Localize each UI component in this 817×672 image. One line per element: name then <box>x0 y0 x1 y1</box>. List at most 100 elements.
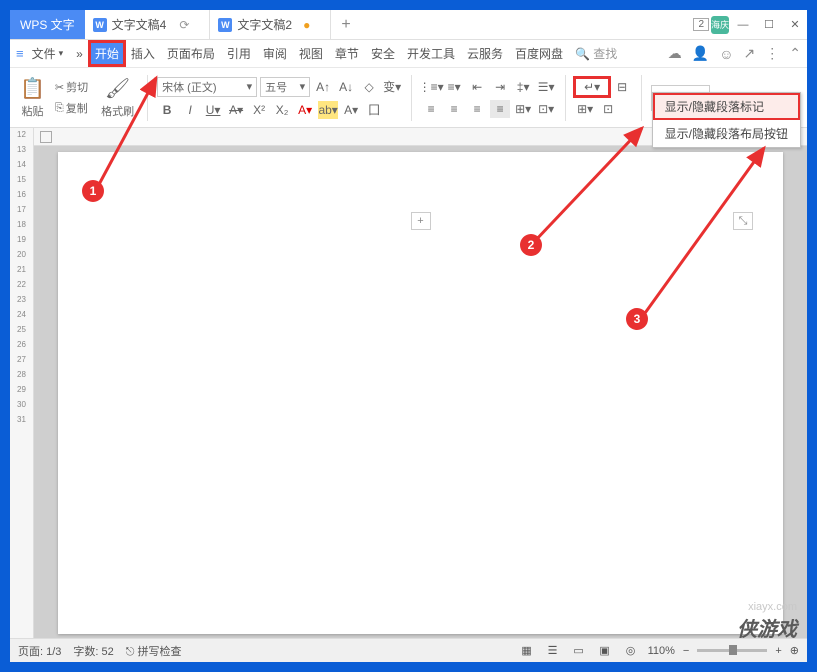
copy-button[interactable]: ⎘ 复制 <box>52 99 91 117</box>
window-count[interactable]: 2 <box>693 18 709 31</box>
show-marks-dropdown: 显示/隐藏段落标记 显示/隐藏段落布局按钮 <box>652 92 801 148</box>
vertical-ruler: 1213141516171819202122232425262728293031 <box>10 128 34 638</box>
page-add-button[interactable]: + <box>411 212 431 230</box>
user-icon[interactable]: 👤 <box>692 45 709 62</box>
dirty-dot-icon: ● <box>303 18 310 32</box>
increase-font-icon[interactable]: A↑ <box>313 78 333 96</box>
toggle-layout-buttons[interactable]: 显示/隐藏段落布局按钮 <box>653 120 800 147</box>
border-button[interactable]: ⊞▾ <box>575 100 595 118</box>
word-count[interactable]: 字数: 52 <box>73 643 113 659</box>
menu-overflow[interactable]: » <box>71 44 88 64</box>
decrease-font-icon[interactable]: A↓ <box>336 78 356 96</box>
tab-label: 文字文稿2 <box>237 16 292 33</box>
phonetic-icon[interactable]: 变▾ <box>382 78 402 96</box>
zoom-slider[interactable] <box>697 649 767 652</box>
view-print-icon[interactable]: ▦ <box>518 643 536 659</box>
menu-baidu[interactable]: 百度网盘 <box>510 42 568 65</box>
tab-label: 文字文稿4 <box>112 16 167 33</box>
font-color-button[interactable]: A▾ <box>295 101 315 119</box>
tab-add-button[interactable]: + <box>331 16 360 34</box>
app-badge: WPS 文字 <box>10 10 85 39</box>
align-left-button[interactable]: ≡ <box>421 100 441 118</box>
annotation-3: 3 <box>626 308 648 330</box>
doc-icon: W <box>218 18 232 32</box>
font-size-select[interactable]: 五号▾ <box>260 77 310 97</box>
bold-button[interactable]: B <box>157 101 177 119</box>
menu-sections[interactable]: 章节 <box>330 42 364 65</box>
underline-button[interactable]: U▾ <box>203 101 223 119</box>
menu-review[interactable]: 审阅 <box>258 42 292 65</box>
tab-doc2[interactable]: W 文字文稿2 ● <box>209 10 331 39</box>
maximize-button[interactable]: ☐ <box>757 15 781 35</box>
menu-file[interactable]: 文件▾ <box>26 42 70 65</box>
font-name-select[interactable]: 宋体 (正文)▾ <box>157 77 257 97</box>
page-indicator[interactable]: 页面: 1/3 <box>18 643 61 659</box>
menu-view[interactable]: 视图 <box>294 42 328 65</box>
collapse-icon[interactable]: ⌃ <box>789 45 801 62</box>
bullets-button[interactable]: ⋮≡▾ <box>421 78 441 96</box>
sort-button[interactable]: ☰▾ <box>536 78 556 96</box>
cut-button[interactable]: ✂ 剪切 <box>52 78 91 96</box>
menu-references[interactable]: 引用 <box>222 42 256 65</box>
menu-insert[interactable]: 插入 <box>126 42 160 65</box>
highlight-button[interactable]: ab▾ <box>318 101 338 119</box>
line-spacing-button[interactable]: ‡▾ <box>513 78 533 96</box>
strikethrough-button[interactable]: A▾ <box>226 101 246 119</box>
share-icon[interactable]: ↗ <box>744 45 756 62</box>
format-painter-button[interactable]: 🖌 格式刷 <box>97 74 138 121</box>
char-border-button[interactable]: 囗 <box>364 101 384 119</box>
decrease-indent-button[interactable]: ⇤ <box>467 78 487 96</box>
italic-button[interactable]: I <box>180 101 200 119</box>
paste-button[interactable]: 📋 粘贴 <box>16 74 49 121</box>
tabs-button[interactable]: ⊟ <box>612 78 632 96</box>
align-justify-button[interactable]: ≡ <box>490 100 510 118</box>
subscript-button[interactable]: X₂ <box>272 101 292 119</box>
format-painter-label: 格式刷 <box>101 103 134 119</box>
menu-search[interactable]: 🔍 查找 <box>570 42 622 65</box>
increase-indent-button[interactable]: ⇥ <box>490 78 510 96</box>
clear-format-icon[interactable]: ◇ <box>359 78 379 96</box>
document-area: + ⤡ <box>34 128 807 638</box>
fit-button[interactable]: ⊕ <box>790 644 799 657</box>
watermark: xiayx.com 侠游戏 <box>737 601 797 642</box>
menu-pagelayout[interactable]: 页面布局 <box>162 42 220 65</box>
para-button[interactable]: ⊡ <box>598 100 618 118</box>
annotation-2: 2 <box>520 234 542 256</box>
minimize-button[interactable]: — <box>731 15 755 35</box>
distribute-button[interactable]: ⊞▾ <box>513 100 533 118</box>
page[interactable]: + ⤡ <box>58 152 783 634</box>
menu-cloud[interactable]: 云服务 <box>462 42 508 65</box>
menu-home[interactable]: 开始 <box>90 42 124 65</box>
char-shading-button[interactable]: A▾ <box>341 101 361 119</box>
zoom-value[interactable]: 110% <box>648 645 675 657</box>
paste-label: 粘贴 <box>21 103 43 119</box>
spellcheck-toggle[interactable]: ⎋ 拼写检查 <box>126 643 182 659</box>
tab-doc4[interactable]: W 文字文稿4 ⟳ <box>85 10 210 39</box>
avatar[interactable]: 海庆 <box>711 16 729 34</box>
annotation-1: 1 <box>82 180 104 202</box>
view-outline-icon[interactable]: ☰ <box>544 643 562 659</box>
view-read-icon[interactable]: ▣ <box>596 643 614 659</box>
page-collapse-button[interactable]: ⤡ <box>733 212 753 230</box>
align-right-button[interactable]: ≡ <box>467 100 487 118</box>
tab-close-icon[interactable]: ⟳ <box>179 18 189 32</box>
zoom-in-button[interactable]: + <box>775 645 781 657</box>
close-button[interactable]: ✕ <box>783 15 807 35</box>
align-center-button[interactable]: ≡ <box>444 100 464 118</box>
superscript-button[interactable]: X² <box>249 101 269 119</box>
note-icon[interactable]: ☺ <box>719 46 733 62</box>
toggle-paragraph-marks[interactable]: 显示/隐藏段落标记 <box>653 93 800 120</box>
show-marks-button[interactable]: ↵▾ <box>575 78 609 96</box>
menu-devtools[interactable]: 开发工具 <box>402 42 460 65</box>
shading-button[interactable]: ⊡▾ <box>536 100 556 118</box>
zoom-out-button[interactable]: − <box>683 645 689 657</box>
menu-security[interactable]: 安全 <box>366 42 400 65</box>
more-icon[interactable]: ⋮ <box>765 45 779 62</box>
numbering-button[interactable]: ≡▾ <box>444 78 464 96</box>
doc-icon: W <box>93 18 107 32</box>
menubar: ≡ 文件▾ » 开始 插入 页面布局 引用 审阅 视图 章节 安全 开发工具 云… <box>10 40 807 68</box>
view-web-icon[interactable]: ▭ <box>570 643 588 659</box>
view-focus-icon[interactable]: ◎ <box>622 643 640 659</box>
cloud-icon[interactable]: ☁ <box>668 45 682 62</box>
brush-icon: 🖌 <box>105 76 130 101</box>
